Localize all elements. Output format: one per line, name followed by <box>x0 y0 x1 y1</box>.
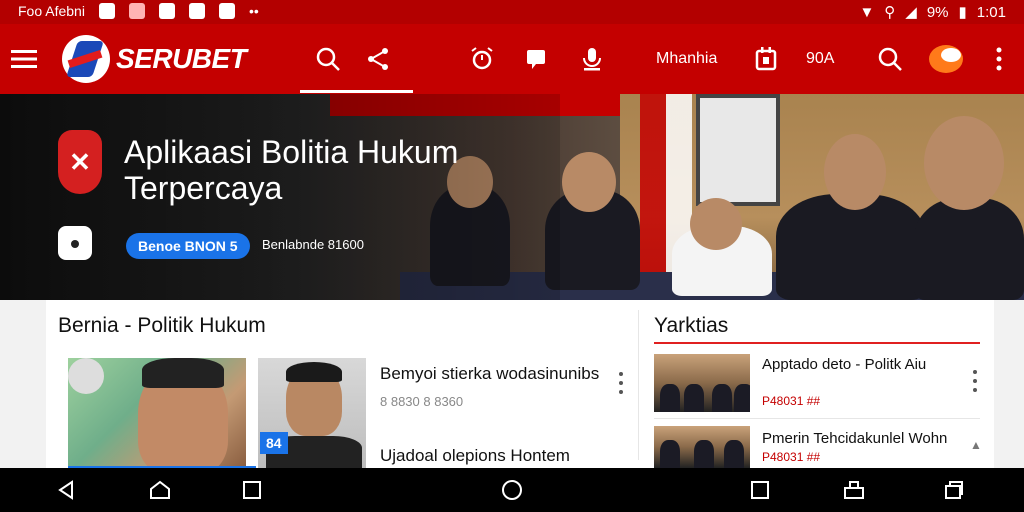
microphone-button[interactable] <box>576 24 608 94</box>
wifi-icon: ▼ <box>859 3 875 21</box>
menu-button[interactable] <box>8 24 40 94</box>
sidebar-item-meta: P48031 ## <box>762 394 821 408</box>
person-graphic <box>776 194 926 300</box>
thumbnail-tag: 84 <box>260 432 288 454</box>
alarm-button[interactable] <box>466 24 498 94</box>
home-button[interactable] <box>492 468 532 512</box>
share-icon <box>368 48 388 70</box>
person-graphic <box>724 440 744 468</box>
hair-graphic <box>286 362 342 382</box>
kebab-icon <box>996 47 1002 71</box>
share-button[interactable] <box>362 24 394 94</box>
hero-title: Aplikaasi Bolitia Hukum Terpercaya <box>124 134 459 206</box>
column-divider <box>638 310 639 460</box>
person-graphic <box>734 384 750 412</box>
back-icon <box>58 480 73 500</box>
clock: 1:01 <box>976 3 1006 21</box>
more-options-button[interactable] <box>986 24 1012 94</box>
search-button[interactable] <box>312 24 344 94</box>
alarm-icon <box>471 47 493 70</box>
sidebar-item-title[interactable]: Apptado deto - Politk Aiu <box>762 356 962 374</box>
right-label[interactable]: 90A <box>806 24 834 94</box>
sidebar-divider <box>654 418 980 419</box>
article-title[interactable]: Ujadoal olepions Hontem <box>380 446 570 466</box>
profile-button[interactable] <box>926 24 966 94</box>
bookmark-button[interactable] <box>750 24 782 94</box>
article-thumbnail[interactable] <box>68 358 246 468</box>
brand-logo-icon <box>62 35 110 83</box>
hair-graphic <box>142 358 224 388</box>
person-graphic <box>914 198 1024 300</box>
download-icon <box>218 3 235 19</box>
search-icon <box>316 47 340 71</box>
app-badge-icon: ✕ <box>58 130 102 194</box>
sidebar-title: Yarktias <box>654 314 729 337</box>
copy-button[interactable] <box>934 468 974 512</box>
sidebar-item-meta: P48031 ## <box>762 450 821 464</box>
sidebar-item-more-button[interactable] <box>972 370 978 392</box>
square-icon <box>243 481 261 499</box>
profile-avatar-icon <box>929 45 963 73</box>
calendar-icon <box>755 47 777 71</box>
sidebar-thumbnail[interactable] <box>654 426 750 468</box>
bag-icon <box>58 226 92 260</box>
sidebar-item-title[interactable]: Pmerin Tehcidakunlel Wohn <box>762 430 962 448</box>
battery-icon: ▮ <box>958 4 967 21</box>
home-shortcut-button[interactable] <box>140 468 180 512</box>
chat-icon <box>527 50 545 69</box>
image-icon <box>158 3 175 19</box>
microphone-graphic <box>68 358 104 394</box>
window-button[interactable] <box>834 468 874 512</box>
person-head-graphic <box>824 134 886 210</box>
hero-banner[interactable]: ✕ Aplikaasi Bolitia Hukum Terpercaya Ben… <box>0 94 1024 300</box>
hero-note: Benlabnde 81600 <box>262 237 364 252</box>
windows-icon <box>844 481 864 499</box>
search-icon <box>878 47 902 71</box>
brand-name: SERUBET <box>116 43 247 74</box>
expand-arrow-icon[interactable]: ▲ <box>970 438 982 452</box>
square-icon <box>751 481 769 499</box>
article-more-button[interactable] <box>618 372 624 394</box>
person-head-graphic <box>924 116 1004 210</box>
section-title: Bernia - Politik Hukum <box>58 314 266 337</box>
more-notifications-icon: •• <box>248 3 259 19</box>
article-title[interactable]: Bemyoi stierka wodasinunibs <box>380 364 599 384</box>
mail-icon <box>188 3 205 19</box>
signal-icon: ◢ <box>905 4 917 21</box>
home-icon <box>150 480 170 499</box>
app-bar: SERUBET Mhanhia 90A <box>0 24 1024 94</box>
notification-icon <box>98 3 115 19</box>
article-meta: 8 8830 8 8360 <box>380 394 464 409</box>
system-nav-bar <box>0 468 1024 512</box>
brand-logo[interactable]: SERUBET <box>62 34 247 84</box>
sidebar-thumbnail[interactable] <box>654 354 750 412</box>
person-graphic <box>684 384 704 412</box>
person-graphic <box>660 384 680 412</box>
copy-icon <box>945 481 963 499</box>
person-graphic <box>694 440 714 468</box>
overview-button[interactable] <box>232 468 272 512</box>
person-graphic <box>660 440 680 468</box>
person-graphic <box>712 384 732 412</box>
chat-button[interactable] <box>520 24 552 94</box>
search-button-secondary[interactable] <box>874 24 906 94</box>
menu-label[interactable]: Mhanhia <box>656 24 717 94</box>
content-card: Bernia - Politik Hukum 84 Bemyoi stierka… <box>46 300 994 468</box>
active-tab-indicator <box>300 90 413 93</box>
microphone-icon <box>583 48 601 71</box>
hero-badge-button[interactable]: Benoe BNON 5 <box>126 233 250 259</box>
vibrate-icon: ⚲ <box>884 4 896 21</box>
circle-home-icon <box>502 480 522 500</box>
article-thumbnail[interactable]: 84 <box>258 358 366 468</box>
recents-button[interactable] <box>740 468 780 512</box>
wall-board-graphic <box>696 94 780 206</box>
back-button[interactable] <box>46 468 86 512</box>
sidebar-title-rule <box>654 342 980 344</box>
person-head-graphic <box>690 198 742 250</box>
status-bar: Foo Afebni •• ▼ ⚲ ◢ 9% ▮ 1:01 <box>0 0 1024 24</box>
app-notification-icon <box>128 3 145 19</box>
status-left-text: Foo Afebni <box>18 3 85 19</box>
battery-level: 9% <box>926 3 949 21</box>
hamburger-icon <box>11 50 37 68</box>
